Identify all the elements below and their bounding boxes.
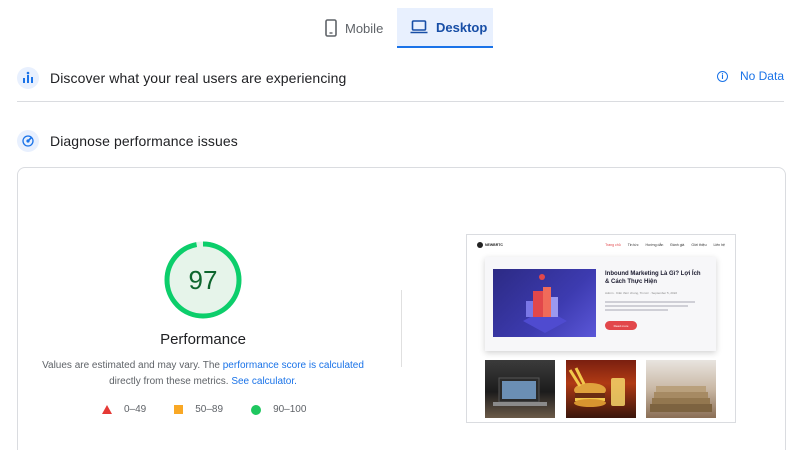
thumb-headline: Inbound Marketing Là Gì? Lợi Ích & Cách … xyxy=(605,271,701,285)
thumb-hero-card: Inbound Marketing Là Gì? Lợi Ích & Cách … xyxy=(485,257,716,351)
desc-text-2: directly from these metrics. xyxy=(109,375,232,387)
legend-range: 90–100 xyxy=(273,404,307,415)
real-users-title: Discover what your real users are experi… xyxy=(50,70,347,86)
thumb-hero-image xyxy=(493,269,596,337)
legend-item-pass: 90–100 xyxy=(251,404,306,415)
thumb-logo: NEWBRTC xyxy=(477,242,503,248)
info-icon: i xyxy=(716,70,728,82)
square-icon xyxy=(174,405,184,414)
legend-item-fail: 0–49 xyxy=(102,404,146,415)
no-data-label: No Data xyxy=(739,69,784,83)
thumb-tile-laptop xyxy=(485,360,555,418)
thumb-tile-burger xyxy=(566,360,636,418)
legend-item-average: 50–89 xyxy=(174,404,223,415)
thumb-meta: Admin · Kiến thức chung, Tin tức · Septe… xyxy=(605,291,678,295)
thumb-read-more: Read more xyxy=(605,321,637,330)
tab-mobile-label: Mobile xyxy=(345,20,384,36)
vertical-divider xyxy=(401,290,402,367)
score-legend: 0–49 50–89 90–100 xyxy=(102,404,334,415)
performance-label: Performance xyxy=(160,331,246,348)
tab-desktop[interactable]: Desktop xyxy=(397,8,493,48)
legend-range: 0–49 xyxy=(124,404,147,415)
circle-icon xyxy=(251,404,262,415)
device-tabs: Mobile Desktop xyxy=(0,8,801,48)
tab-mobile[interactable]: Mobile xyxy=(317,8,395,48)
score-calculated-link[interactable]: performance score is calculated xyxy=(223,360,364,371)
see-calculator-link[interactable]: See calculator. xyxy=(231,376,297,387)
diagnose-title: Diagnose performance issues xyxy=(50,133,238,149)
performance-card: 97 Performance Values are estimated and … xyxy=(17,167,786,450)
users-chart-icon xyxy=(17,67,39,89)
triangle-icon xyxy=(102,405,112,414)
section-divider xyxy=(17,101,784,102)
tab-desktop-label: Desktop xyxy=(436,19,488,35)
thumb-excerpt xyxy=(605,301,695,315)
diagnose-header: Diagnose performance issues xyxy=(17,128,784,154)
diagnose-icon xyxy=(17,130,39,152)
thumb-menu: Trang chủ Tin tức Hướng dẫn Đánh giá Giớ… xyxy=(605,243,725,247)
no-data-indicator[interactable]: i No Data xyxy=(716,69,784,83)
phone-icon xyxy=(325,19,337,37)
performance-description: Values are estimated and may vary. The p… xyxy=(38,358,368,389)
legend-range: 50–89 xyxy=(195,404,224,415)
laptop-icon xyxy=(410,20,428,34)
page-screenshot: NEWBRTC Trang chủ Tin tức Hướng dẫn Đánh… xyxy=(466,234,736,423)
thumb-nav: NEWBRTC Trang chủ Tin tức Hướng dẫn Đánh… xyxy=(477,241,725,249)
thumb-tile-money xyxy=(646,360,716,418)
desc-text-1: Values are estimated and may vary. The xyxy=(42,360,223,371)
real-users-header: Discover what your real users are experi… xyxy=(17,65,784,91)
performance-score: 97 xyxy=(188,264,218,295)
